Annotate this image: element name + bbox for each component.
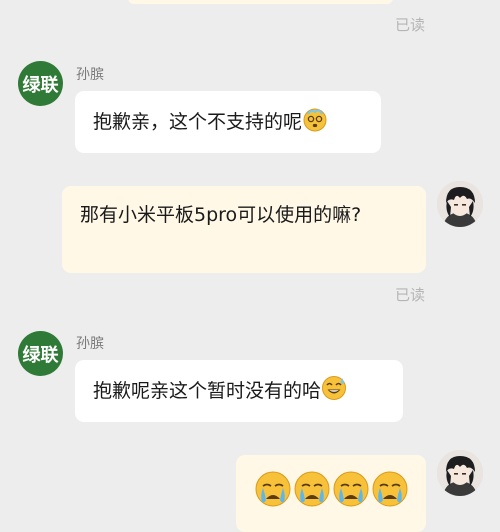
sender-name: 孙膑	[76, 67, 104, 83]
message-text: 抱歉亲，这个不支持的呢	[93, 111, 303, 133]
brand-avatar[interactable]: 绿联	[18, 61, 63, 106]
previous-message-bubble	[128, 0, 393, 4]
crying-face-emoji-icon	[293, 470, 331, 517]
dizzy-face-emoji-icon	[302, 106, 328, 139]
message-bubble-incoming[interactable]: 抱歉呢亲这个暂时没有的哈	[75, 360, 403, 422]
brand-avatar[interactable]: 绿联	[18, 331, 63, 376]
avatar-text: 绿联	[22, 344, 59, 366]
crying-face-emoji-icon	[254, 470, 292, 517]
message-text: 那有小米平板5pro可以使用的嘛?	[80, 204, 362, 226]
sweat-smile-emoji-icon	[321, 375, 347, 408]
message-bubble-outgoing[interactable]	[236, 455, 426, 532]
message-text: 抱歉呢亲这个暂时没有的哈	[93, 380, 322, 402]
sender-name: 孙膑	[76, 336, 104, 352]
crying-face-emoji-icon	[332, 470, 370, 517]
message-bubble-incoming[interactable]: 抱歉亲，这个不支持的呢	[75, 91, 381, 153]
read-receipt: 已读	[394, 286, 425, 304]
avatar-text: 绿联	[22, 74, 59, 96]
user-avatar[interactable]	[437, 450, 483, 496]
crying-face-emoji-icon	[371, 470, 409, 517]
message-bubble-outgoing[interactable]: 那有小米平板5pro可以使用的嘛?	[62, 186, 426, 273]
user-avatar[interactable]	[437, 181, 483, 227]
read-receipt: 已读	[394, 16, 425, 34]
